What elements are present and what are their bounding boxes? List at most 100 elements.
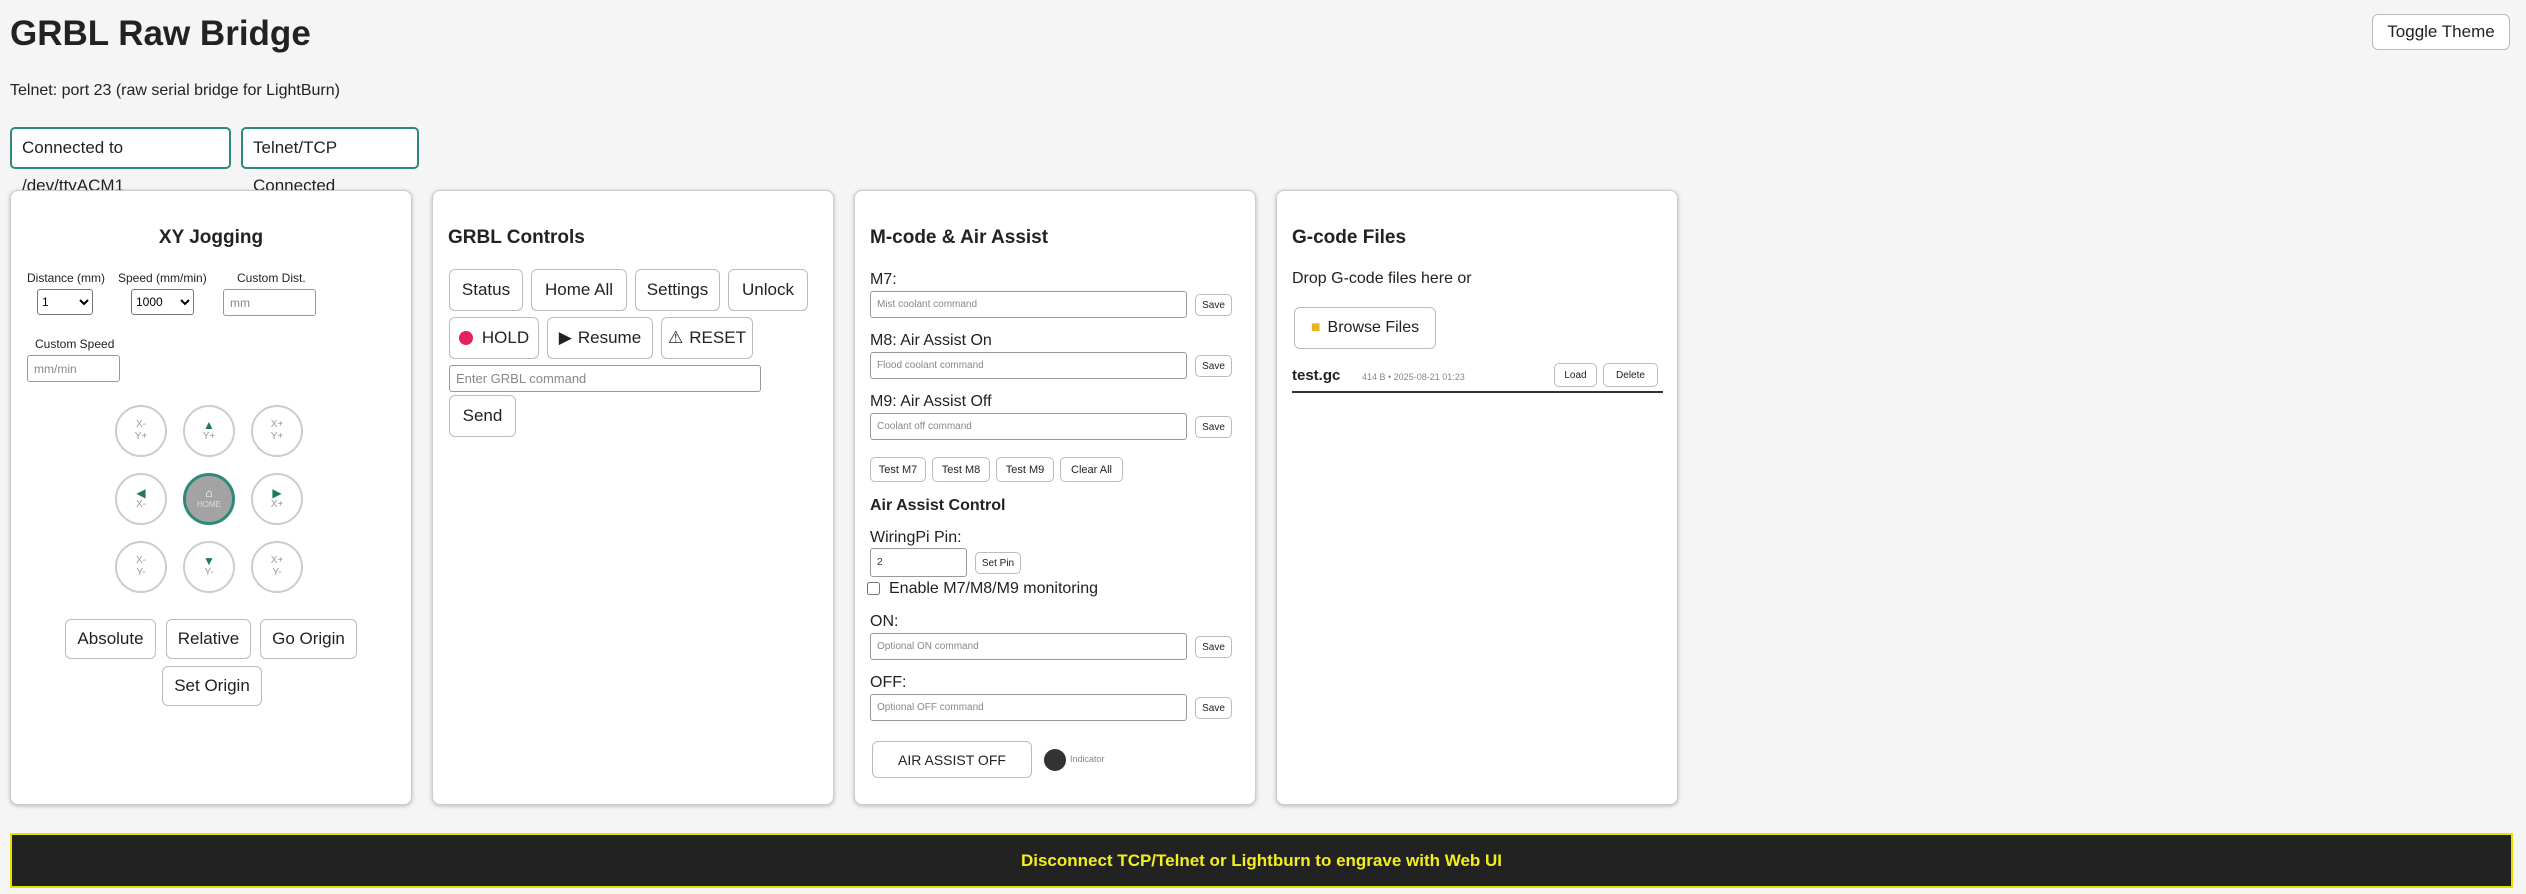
jog-home-button[interactable]: ⌂ HOME: [183, 473, 235, 525]
on-command-input[interactable]: [870, 633, 1187, 660]
arrow-left-icon: ◀: [136, 486, 146, 500]
test-m7-button[interactable]: Test M7: [870, 457, 926, 482]
wiringpi-pin-label: WiringPi Pin:: [870, 529, 962, 546]
m8-label: M8: Air Assist On: [870, 332, 992, 349]
air-assist-toggle-button[interactable]: AIR ASSIST OFF: [872, 741, 1032, 778]
set-origin-button[interactable]: Set Origin: [162, 666, 262, 706]
m9-label: M9: Air Assist Off: [870, 393, 992, 410]
unlock-button[interactable]: Unlock: [728, 269, 808, 311]
distance-label: Distance (mm): [27, 271, 106, 285]
serial-status-badge: Connected to /dev/ttyACM1: [10, 127, 231, 195]
home-icon: ⌂: [205, 486, 213, 500]
off-command-input[interactable]: [870, 694, 1187, 721]
arrow-right-icon: ▶: [272, 486, 282, 500]
off-save-button[interactable]: Save: [1195, 697, 1232, 719]
distance-select[interactable]: 1: [37, 289, 93, 315]
go-origin-button[interactable]: Go Origin: [260, 619, 357, 659]
custom-speed-input[interactable]: [27, 355, 120, 382]
m7-command-input[interactable]: [870, 291, 1187, 318]
jog-label-x: X+: [270, 555, 284, 566]
status-button[interactable]: Status: [449, 269, 523, 311]
jog-label: HOME: [197, 500, 221, 509]
jog-label-x: X-: [136, 419, 146, 430]
indicator-label: Indicator: [1070, 754, 1105, 764]
panel-title: XY Jogging: [158, 227, 264, 248]
set-pin-button[interactable]: Set Pin: [975, 552, 1021, 574]
hold-label: HOLD: [481, 328, 530, 347]
m9-command-input[interactable]: [870, 413, 1187, 440]
play-icon: ▶: [558, 328, 572, 347]
monitoring-checkbox[interactable]: [867, 582, 880, 595]
reset-button[interactable]: ⚠ RESET: [661, 317, 753, 359]
telnet-info: Telnet: port 23 (raw serial bridge for L…: [10, 82, 340, 99]
jog-x-plus-y-plus-button[interactable]: X+ Y+: [251, 405, 303, 457]
jog-label-y: Y-: [136, 567, 146, 578]
jog-label-y: Y+: [134, 431, 148, 442]
air-assist-title: Air Assist Control: [870, 497, 1006, 514]
xy-jogging-panel: XY Jogging Distance (mm) 1 Speed (mm/min…: [10, 190, 412, 805]
page-title: GRBL Raw Bridge: [10, 14, 311, 53]
panel-title: GRBL Controls: [448, 227, 585, 248]
jog-y-plus-button[interactable]: ▲ Y+: [183, 405, 235, 457]
m9-save-button[interactable]: Save: [1195, 416, 1232, 438]
browse-files-label: Browse Files: [1327, 319, 1420, 336]
delete-file-button[interactable]: Delete: [1603, 363, 1658, 387]
settings-button[interactable]: Settings: [635, 269, 720, 311]
jog-x-minus-y-plus-button[interactable]: X- Y+: [115, 405, 167, 457]
resume-label: Resume: [577, 328, 642, 347]
file-meta: 414 B • 2025-08-21 01:23: [1362, 372, 1465, 382]
off-command-label: OFF:: [870, 674, 907, 691]
jog-x-plus-y-minus-button[interactable]: X+ Y-: [251, 541, 303, 593]
grbl-command-input[interactable]: [449, 365, 761, 392]
jog-x-minus-button[interactable]: ◀ X-: [115, 473, 167, 525]
absolute-button[interactable]: Absolute: [65, 619, 156, 659]
browse-files-button[interactable]: ■ Browse Files: [1294, 307, 1436, 349]
jog-label-y: Y+: [270, 431, 284, 442]
jog-x-plus-button[interactable]: ▶ X+: [251, 473, 303, 525]
air-assist-indicator-icon: [1044, 749, 1066, 771]
engrave-warning-bar: Disconnect TCP/Telnet or Lightburn to en…: [10, 833, 2513, 888]
record-dot-icon: [458, 331, 473, 345]
jog-x-minus-y-minus-button[interactable]: X- Y-: [115, 541, 167, 593]
wiringpi-pin-input[interactable]: [870, 548, 967, 577]
send-button[interactable]: Send: [449, 395, 516, 437]
arrow-up-icon: ▲: [203, 418, 215, 432]
gcode-files-panel: G-code Files Drop G-code files here or ■…: [1276, 190, 1678, 805]
hold-button[interactable]: HOLD: [449, 317, 539, 359]
speed-select[interactable]: 1000: [131, 289, 194, 315]
custom-dist-label: Custom Dist.: [237, 271, 306, 285]
relative-button[interactable]: Relative: [166, 619, 251, 659]
jog-label: X+: [270, 499, 284, 510]
jog-y-minus-button[interactable]: ▼ Y-: [183, 541, 235, 593]
reset-label: RESET: [689, 328, 746, 347]
grbl-controls-panel: GRBL Controls Status Home All Settings U…: [432, 190, 834, 805]
clear-all-button[interactable]: Clear All: [1060, 457, 1123, 482]
on-save-button[interactable]: Save: [1195, 636, 1232, 658]
home-all-button[interactable]: Home All: [531, 269, 627, 311]
telnet-status-badge: Telnet/TCP Connected: [241, 127, 419, 195]
test-m8-button[interactable]: Test M8: [932, 457, 990, 482]
custom-dist-input[interactable]: [223, 289, 316, 316]
m7-save-button[interactable]: Save: [1195, 294, 1232, 316]
on-command-label: ON:: [870, 613, 899, 630]
resume-button[interactable]: ▶ Resume: [547, 317, 653, 359]
jog-label: X-: [136, 499, 146, 510]
arrow-down-icon: ▼: [203, 554, 215, 568]
file-row: test.gc 414 B • 2025-08-21 01:23 Load De…: [1292, 355, 1663, 393]
jog-label-y: Y-: [272, 567, 282, 578]
m8-command-input[interactable]: [870, 352, 1187, 379]
speed-label: Speed (mm/min): [118, 271, 207, 285]
panel-title: G-code Files: [1292, 227, 1407, 248]
custom-speed-label: Custom Speed: [35, 337, 115, 351]
warning-icon: ⚠: [668, 328, 684, 347]
m8-save-button[interactable]: Save: [1195, 355, 1232, 377]
m7-label: M7:: [870, 271, 897, 288]
folder-icon: ■: [1310, 319, 1321, 336]
jog-label-x: X-: [136, 555, 146, 566]
monitoring-label: Enable M7/M8/M9 monitoring: [889, 580, 1098, 597]
mcode-air-assist-panel: M-code & Air Assist M7: Save M8: Air Ass…: [854, 190, 1256, 805]
panel-title: M-code & Air Assist: [870, 227, 1049, 248]
toggle-theme-button[interactable]: Toggle Theme: [2372, 14, 2510, 50]
test-m9-button[interactable]: Test M9: [996, 457, 1054, 482]
load-file-button[interactable]: Load: [1554, 363, 1597, 387]
